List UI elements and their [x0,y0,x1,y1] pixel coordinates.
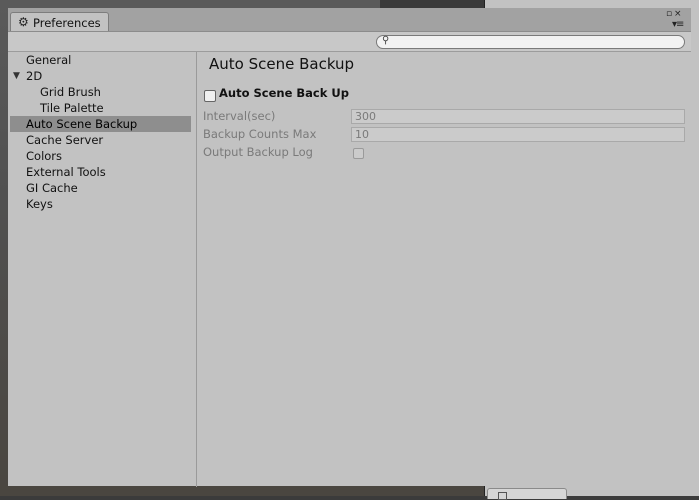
sidebar-item-label: Tile Palette [40,101,104,115]
sidebar-item-colors[interactable]: Colors [10,148,191,164]
output-log-checkbox[interactable] [353,148,364,159]
window-tabstrip: ⚙ Preferences ▫ × ▾≡ [8,8,691,31]
sidebar-item-keys[interactable]: Keys [10,196,191,212]
close-icon[interactable]: × [674,10,682,19]
sidebar-item-general[interactable]: General [10,52,191,68]
sidebar-item-label: Keys [26,197,53,211]
interval-label: Interval(sec) [203,109,276,123]
sidebar-item-gi-cache[interactable]: GI Cache [10,180,191,196]
expand-triangle-icon[interactable]: ▼ [13,68,20,84]
interval-field[interactable]: 300 [351,109,685,124]
preferences-sidebar: General ▼ 2D Grid Brush Tile Palette Aut… [8,52,197,487]
sidebar-item-label: Grid Brush [40,85,101,99]
gear-icon: ⚙ [18,15,29,29]
window-content: ⚲ General ▼ 2D Grid Brush Tile Palette A… [8,31,691,487]
auto-scene-backup-label: Auto Scene Back Up [219,86,349,100]
sidebar-item-auto-scene-backup[interactable]: Auto Scene Backup [10,116,191,132]
page-title: Auto Scene Backup [209,55,355,73]
sidebar-item-label: 2D [26,69,43,83]
search-icon: ⚲ [382,35,390,46]
sidebar-item-tile-palette[interactable]: Tile Palette [10,100,191,116]
sidebar-item-label: Auto Scene Backup [26,117,138,131]
sidebar-item-label: Cache Server [26,133,104,147]
settings-panel: Auto Scene Backup Auto Scene Back Up Int… [198,52,691,487]
search-input[interactable]: ⚲ [376,35,685,49]
output-log-label: Output Backup Log [203,145,313,159]
sidebar-item-external-tools[interactable]: External Tools [10,164,191,180]
sidebar-item-label: External Tools [26,165,106,179]
tab-title: Preferences [33,16,101,30]
preferences-window: ⚙ Preferences ▫ × ▾≡ ⚲ General ▼ 2D Grid… [8,8,691,487]
sidebar-item-2d[interactable]: ▼ 2D [10,68,191,84]
search-toolbar: ⚲ [8,32,691,52]
backup-counts-label: Backup Counts Max [203,127,317,141]
sidebar-item-label: GI Cache [26,181,78,195]
window-menu-icon[interactable]: ▾≡ [672,20,684,30]
editor-toolbar-background [380,0,484,8]
sidebar-item-label: General [26,53,72,67]
sidebar-item-grid-brush[interactable]: Grid Brush [10,84,191,100]
maximize-icon[interactable]: ▫ [666,10,672,19]
sidebar-item-label: Colors [26,149,63,163]
background-tab [487,488,567,500]
auto-scene-backup-checkbox[interactable] [204,90,216,102]
backup-counts-field[interactable]: 10 [351,127,685,142]
tab-icon [498,492,507,500]
preferences-tab[interactable]: ⚙ Preferences [10,12,109,31]
sidebar-item-cache-server[interactable]: Cache Server [10,132,191,148]
